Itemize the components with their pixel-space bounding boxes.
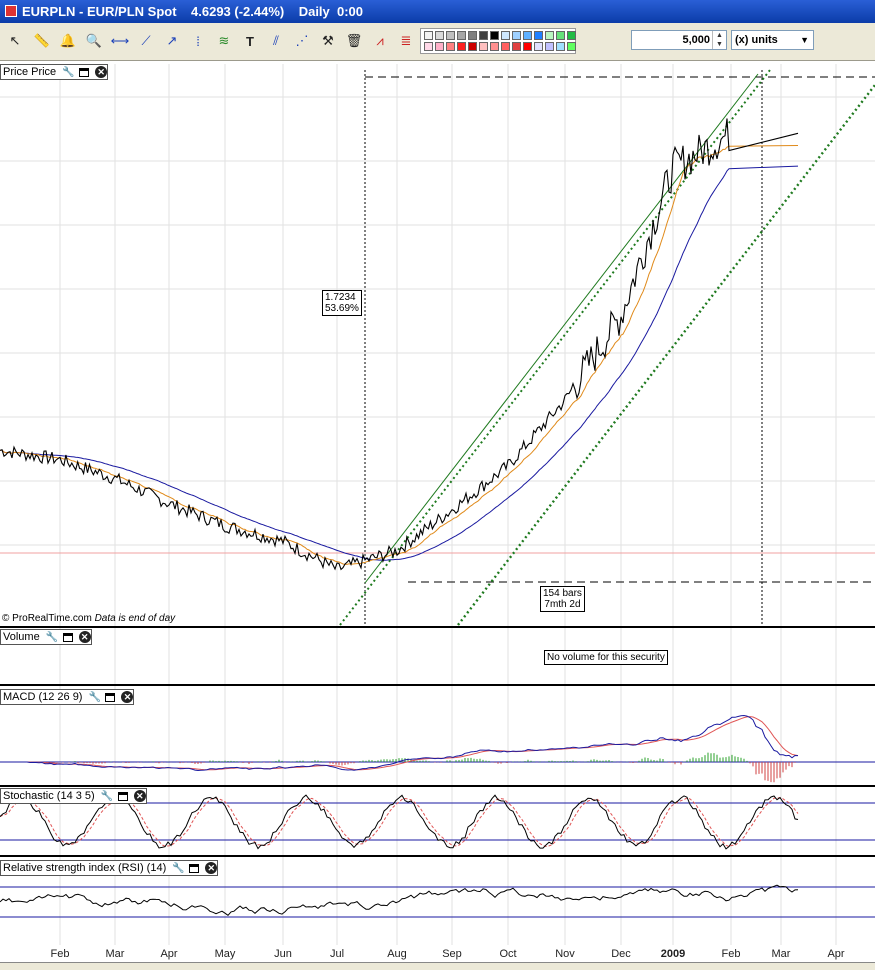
data-note: Data is end of day — [94, 613, 176, 624]
close-icon[interactable]: ✕ — [205, 862, 218, 874]
wrench-icon[interactable]: 🔧 — [88, 692, 100, 703]
close-icon[interactable]: ✕ — [78, 631, 91, 643]
stochastic-panel-label: Stochastic (14 3 5) — [3, 790, 95, 802]
channel-upper — [339, 69, 771, 626]
range-time: 7mth 2d — [544, 599, 581, 610]
month-label: Apr — [160, 948, 178, 960]
chart-canvas[interactable] — [0, 0, 875, 969]
wrench-icon[interactable]: 🔧 — [46, 632, 58, 643]
fib-value: 1.7234 — [325, 292, 356, 303]
rsi-panel-label: Relative strength index (RSI) (14) — [3, 862, 167, 874]
month-label: Nov — [555, 948, 575, 960]
rsi-line — [0, 884, 799, 916]
month-label: 2009 — [660, 948, 686, 960]
volume-panel-header: Volume 🔧 ✕ — [0, 629, 92, 645]
price-volume-separator[interactable] — [0, 626, 875, 628]
price-panel-header: Price Price 🔧 ✕ — [0, 64, 109, 80]
window-icon[interactable] — [62, 632, 73, 642]
copyright-text: © ProRealTime.com Data is end of day — [2, 613, 176, 624]
range-bars: 154 bars — [543, 588, 582, 599]
window-icon[interactable] — [105, 692, 116, 702]
wrench-icon[interactable]: 🔧 — [62, 67, 74, 78]
wrench-icon[interactable]: 🔧 — [101, 791, 113, 802]
macd-panel-label: MACD (12 26 9) — [3, 691, 83, 703]
month-label: Aug — [387, 948, 407, 960]
price-panel-label: Price Price — [3, 66, 57, 78]
macd-stoch-separator[interactable] — [0, 785, 875, 787]
wrench-icon[interactable]: 🔧 — [172, 863, 184, 874]
no-volume-message: No volume for this security — [544, 650, 668, 665]
bar-range-label[interactable]: 154 bars 7mth 2d — [540, 586, 585, 612]
window-icon[interactable] — [79, 67, 90, 77]
month-label: Sep — [442, 948, 462, 960]
month-label: Feb — [721, 948, 741, 960]
window-icon[interactable] — [189, 863, 200, 873]
macd-histogram — [29, 752, 799, 783]
month-label: Mar — [105, 948, 125, 960]
month-label: Mar — [771, 948, 791, 960]
close-icon[interactable]: ✕ — [121, 691, 134, 703]
month-label: Apr — [827, 948, 845, 960]
volume-panel-label: Volume — [3, 631, 40, 643]
fib-percent: 53.69% — [325, 303, 359, 314]
month-label: Jul — [329, 948, 345, 960]
stochastic-panel-header: Stochastic (14 3 5) 🔧 ✕ — [0, 788, 147, 804]
moving-average-short — [0, 145, 799, 565]
close-icon[interactable]: ✕ — [95, 66, 108, 78]
stochastic-d-line — [0, 796, 799, 848]
month-label: Oct — [499, 948, 517, 960]
month-label: May — [214, 948, 236, 960]
stoch-rsi-separator[interactable] — [0, 855, 875, 857]
channel-lower — [457, 84, 875, 626]
window-icon[interactable] — [117, 791, 128, 801]
fibonacci-label[interactable]: 1.7234 53.69% — [322, 290, 362, 316]
grid — [0, 64, 875, 945]
month-label: Jun — [274, 948, 292, 960]
macd-panel-header: MACD (12 26 9) 🔧 ✕ — [0, 689, 135, 705]
volume-macd-separator[interactable] — [0, 684, 875, 686]
rsi-panel-header: Relative strength index (RSI) (14) 🔧 ✕ — [0, 860, 219, 876]
channel-middle — [364, 73, 759, 584]
close-icon[interactable]: ✕ — [133, 790, 146, 802]
month-label: Dec — [611, 948, 631, 960]
month-label: Feb — [50, 948, 70, 960]
